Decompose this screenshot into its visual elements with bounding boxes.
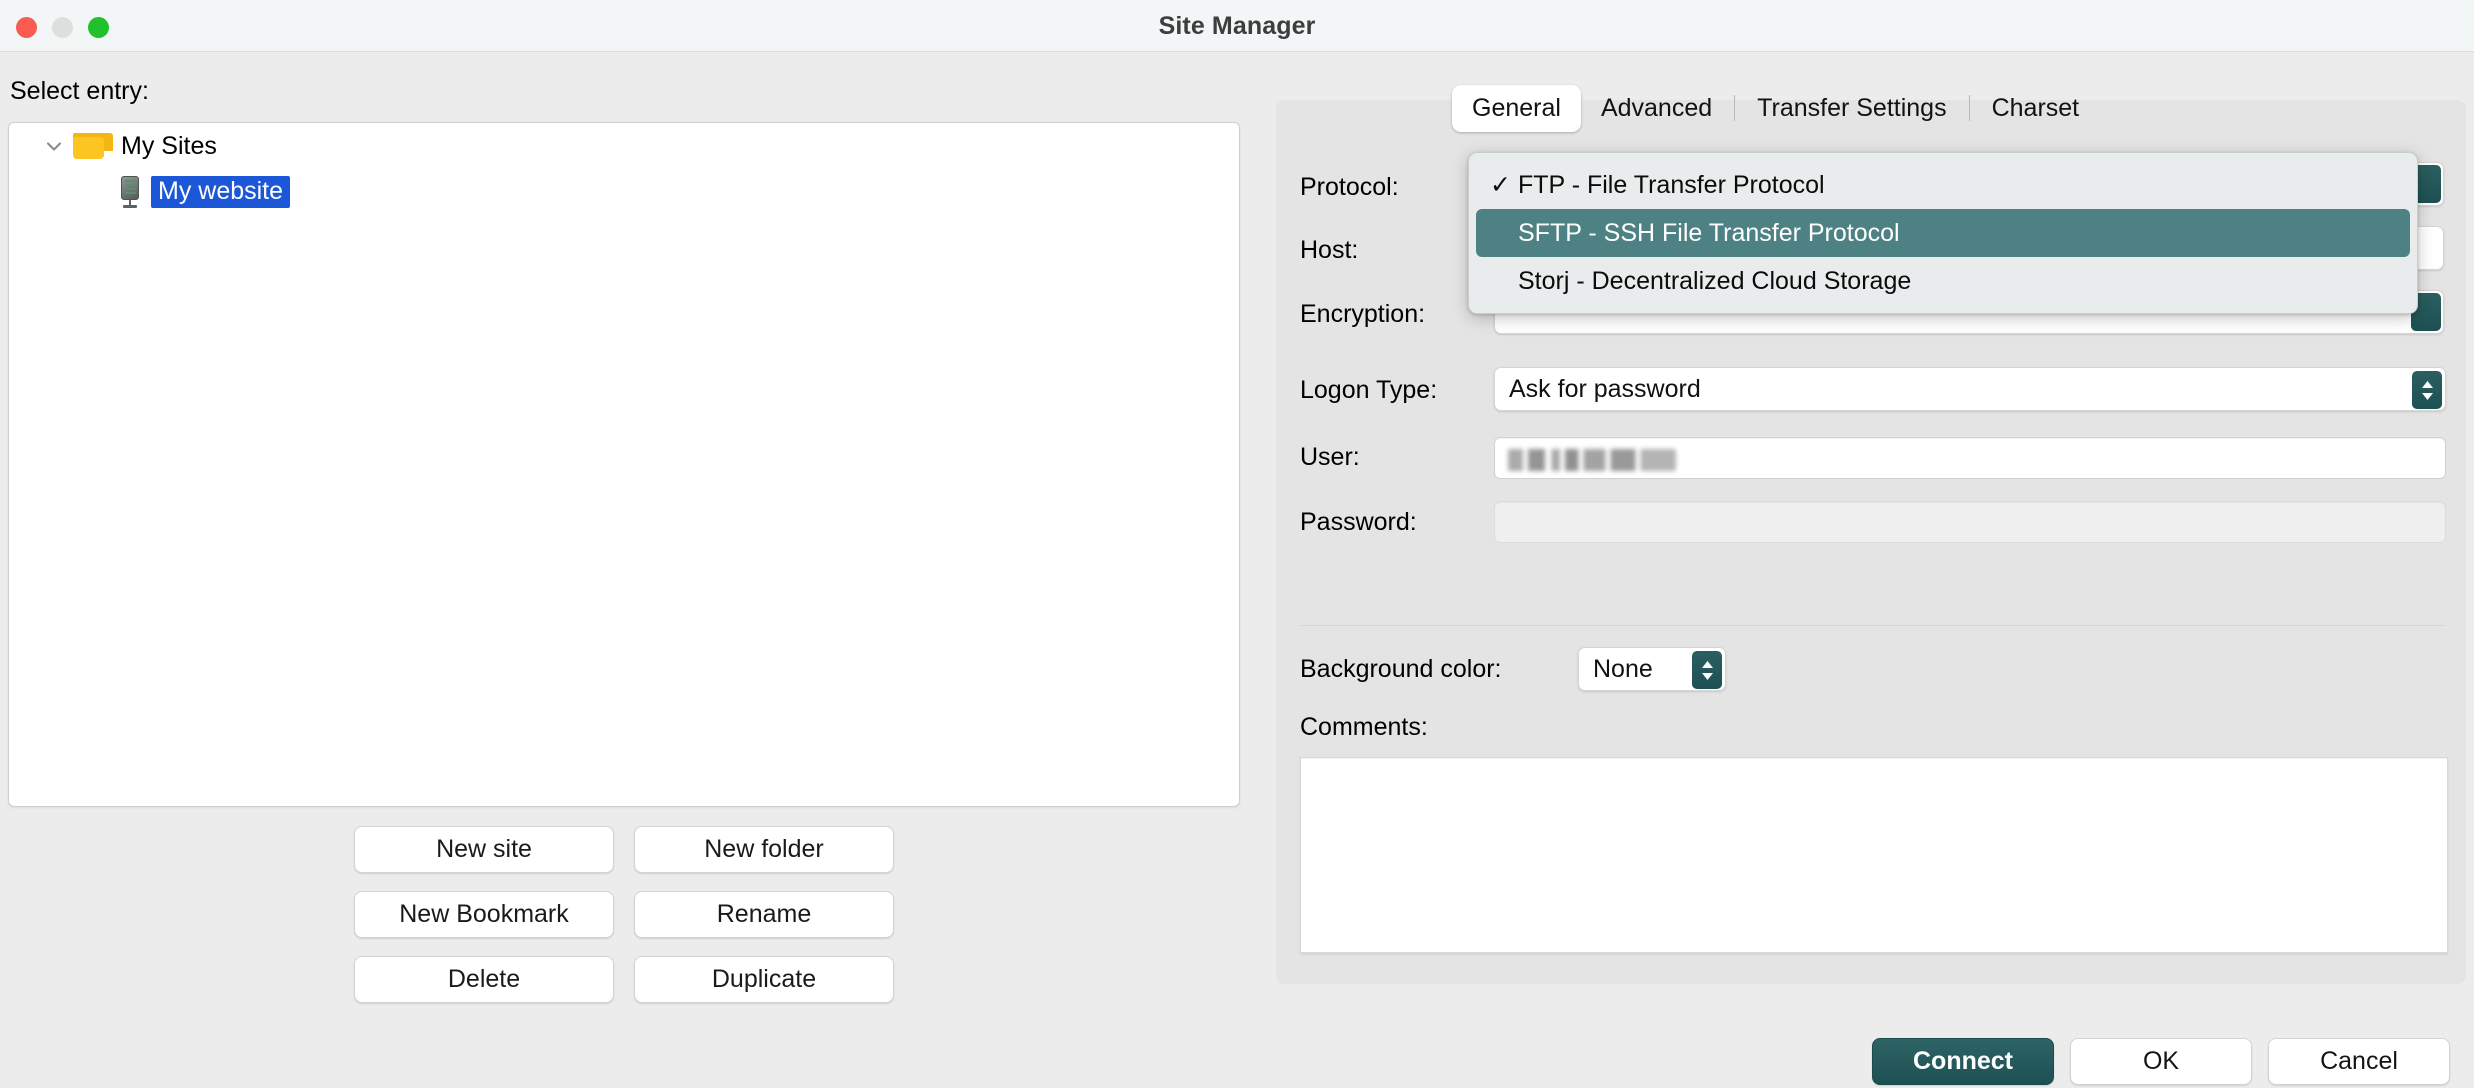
logon-type-label: Logon Type:: [1300, 376, 1437, 405]
tree-item-label: My Sites: [121, 132, 217, 161]
tree-item-my-sites[interactable]: My Sites: [9, 123, 1239, 169]
settings-tabbar: General Advanced Transfer Settings Chars…: [1452, 84, 2099, 132]
duplicate-button[interactable]: Duplicate: [634, 956, 894, 1003]
site-manager-window: Site Manager Select entry: My Sites My w…: [0, 0, 2474, 1088]
menu-item-label: FTP - File Transfer Protocol: [1518, 171, 1825, 200]
page-title: Site Manager: [0, 0, 2474, 52]
host-label: Host:: [1300, 236, 1358, 265]
tab-general[interactable]: General: [1452, 85, 1581, 132]
site-tree-actions: New site New folder New Bookmark Rename …: [354, 826, 894, 1003]
select-entry-label: Select entry:: [10, 77, 149, 106]
logon-type-stepper-icon[interactable]: [2412, 371, 2442, 409]
titlebar: Site Manager: [0, 0, 2474, 52]
tree-item-my-website[interactable]: My website: [9, 169, 1239, 215]
close-window-icon[interactable]: [16, 17, 37, 38]
new-bookmark-button[interactable]: New Bookmark: [354, 891, 614, 938]
user-value-redacted: [1508, 449, 1676, 471]
check-icon: ✓: [1490, 170, 1518, 200]
protocol-label: Protocol:: [1300, 173, 1399, 202]
menu-item-ftp[interactable]: ✓ FTP - File Transfer Protocol: [1476, 161, 2410, 209]
minimize-window-icon[interactable]: [52, 17, 73, 38]
logon-type-value: Ask for password: [1495, 375, 1701, 404]
password-field[interactable]: [1494, 501, 2446, 543]
tab-separator: [1734, 95, 1735, 121]
connect-button[interactable]: Connect: [1872, 1038, 2054, 1085]
new-site-button[interactable]: New site: [354, 826, 614, 873]
menu-item-label: SFTP - SSH File Transfer Protocol: [1518, 219, 1900, 248]
traffic-lights: [16, 17, 109, 38]
tab-charset[interactable]: Charset: [1972, 85, 2100, 132]
new-folder-button[interactable]: New folder: [634, 826, 894, 873]
zoom-window-icon[interactable]: [88, 17, 109, 38]
cancel-button[interactable]: Cancel: [2268, 1038, 2450, 1085]
password-label: Password:: [1300, 508, 1417, 537]
background-color-stepper-icon[interactable]: [1692, 651, 1722, 689]
menu-item-label: Storj - Decentralized Cloud Storage: [1518, 267, 1911, 296]
menu-item-sftp[interactable]: SFTP - SSH File Transfer Protocol: [1476, 209, 2410, 257]
comments-textarea[interactable]: [1300, 757, 2448, 953]
encryption-label: Encryption:: [1300, 300, 1425, 329]
background-color-value: None: [1579, 655, 1653, 684]
delete-button[interactable]: Delete: [354, 956, 614, 1003]
tab-advanced[interactable]: Advanced: [1581, 85, 1732, 132]
protocol-dropdown-menu[interactable]: ✓ FTP - File Transfer Protocol SFTP - SS…: [1468, 152, 2418, 314]
background-color-label: Background color:: [1300, 655, 1502, 684]
tree-item-label: My website: [151, 176, 290, 208]
comments-label: Comments:: [1300, 713, 1428, 742]
server-icon: [119, 176, 141, 208]
menu-item-storj[interactable]: Storj - Decentralized Cloud Storage: [1476, 257, 2410, 305]
user-field[interactable]: [1494, 437, 2446, 479]
folder-icon: [73, 133, 107, 159]
logon-type-select[interactable]: Ask for password: [1494, 367, 2446, 411]
rename-button[interactable]: Rename: [634, 891, 894, 938]
user-label: User:: [1300, 443, 1360, 472]
tab-separator: [1969, 95, 1970, 121]
dialog-actions: Connect OK Cancel: [1872, 1038, 2450, 1085]
tab-transfer-settings[interactable]: Transfer Settings: [1737, 85, 1966, 132]
panel-divider: [1300, 625, 2446, 626]
background-color-select[interactable]: None: [1578, 647, 1726, 691]
ok-button[interactable]: OK: [2070, 1038, 2252, 1085]
chevron-down-icon[interactable]: [41, 133, 67, 159]
site-tree-panel[interactable]: My Sites My website: [8, 122, 1240, 807]
